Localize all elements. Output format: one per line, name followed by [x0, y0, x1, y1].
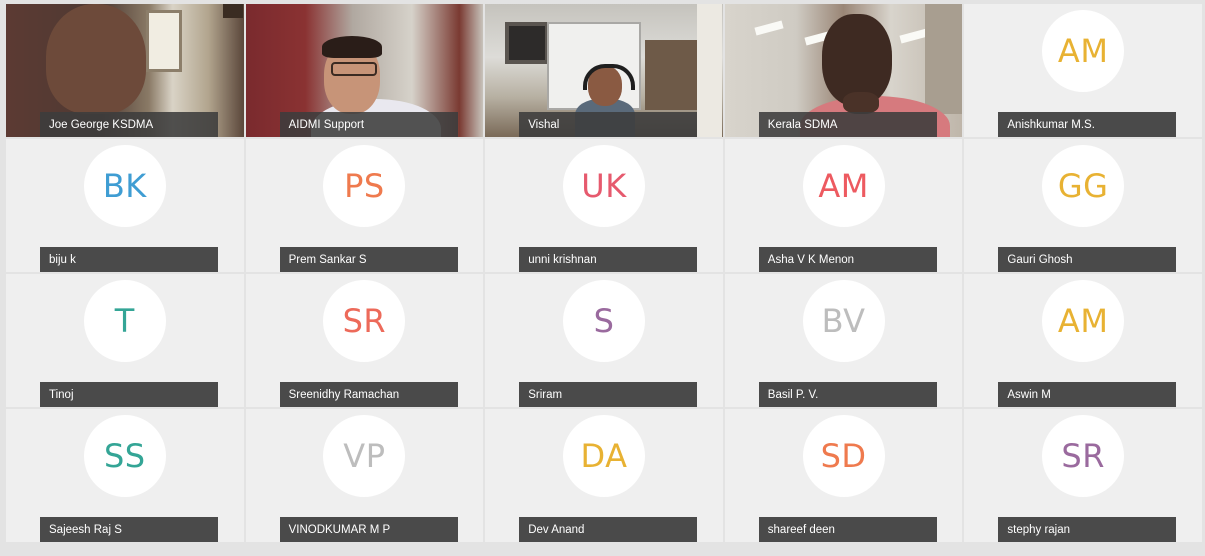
participant-name: AIDMI Support: [279, 112, 458, 137]
participant-tile-video[interactable]: Vishal: [485, 4, 723, 137]
participant-tile-avatar[interactable]: SR Sreenidhy Ramachan: [245, 274, 484, 407]
avatar-initials: AM: [818, 167, 869, 205]
participant-name: Dev Anand: [519, 517, 698, 542]
participant-name: Sriram: [519, 382, 698, 407]
participant-name: VINODKUMAR M P: [279, 517, 458, 542]
participant-tile-avatar[interactable]: AM Aswin M: [964, 274, 1202, 407]
participant-name: Anishkumar M.S.: [998, 112, 1177, 137]
participant-tile-video[interactable]: Joe George KSDMA: [6, 4, 244, 137]
participant-name: unni krishnan: [519, 247, 698, 272]
participant-name: Gauri Ghosh: [998, 247, 1177, 272]
participant-name: biju k: [40, 247, 218, 272]
participant-name: Kerala SDMA: [758, 112, 937, 137]
avatar: BV: [802, 280, 885, 362]
avatar-initials: AM: [1057, 32, 1109, 70]
avatar-initials: GG: [1057, 167, 1109, 205]
participant-name: Asha V K Menon: [758, 247, 937, 272]
participant-name: Basil P. V.: [758, 382, 937, 407]
avatar-initials: SS: [103, 437, 146, 475]
avatar: PS: [323, 145, 406, 227]
avatar: AM: [1042, 280, 1125, 362]
avatar-initials: T: [114, 302, 135, 340]
participant-name: Aswin M: [998, 382, 1177, 407]
avatar-initials: PS: [344, 167, 385, 205]
avatar: GG: [1042, 145, 1125, 227]
participant-tile-avatar[interactable]: PS Prem Sankar S: [245, 139, 484, 272]
participant-tile-avatar[interactable]: T Tinoj: [6, 274, 244, 407]
avatar-initials: S: [593, 302, 615, 340]
avatar: SS: [83, 415, 166, 497]
avatar: AM: [1042, 10, 1125, 92]
participant-tile-avatar[interactable]: S Sriram: [485, 274, 723, 407]
participant-name: Prem Sankar S: [279, 247, 458, 272]
participant-name: shareef deen: [758, 517, 937, 542]
participant-tile-video[interactable]: AIDMI Support: [245, 4, 484, 137]
participant-name: Joe George KSDMA: [40, 112, 218, 137]
participant-name: Vishal: [519, 112, 698, 137]
participant-tile-avatar[interactable]: AM Asha V K Menon: [724, 139, 963, 272]
participant-tile-avatar[interactable]: GG Gauri Ghosh: [964, 139, 1202, 272]
avatar-initials: DA: [580, 437, 628, 475]
avatar-initials: SR: [1061, 437, 1105, 475]
avatar-initials: AM: [1057, 302, 1109, 340]
avatar: S: [562, 280, 645, 362]
avatar: DA: [562, 415, 645, 497]
avatar: UK: [562, 145, 645, 227]
avatar: AM: [802, 145, 885, 227]
participant-tile-avatar[interactable]: BK biju k: [6, 139, 244, 272]
participant-name: Tinoj: [40, 382, 218, 407]
participant-name: Sajeesh Raj S: [40, 517, 218, 542]
participant-tile-avatar[interactable]: VP VINODKUMAR M P: [245, 409, 484, 542]
participant-tile-avatar[interactable]: SR stephy rajan: [964, 409, 1202, 542]
avatar: VP: [323, 415, 406, 497]
avatar: BK: [83, 145, 166, 227]
avatar-initials: SR: [342, 302, 387, 340]
avatar-initials: UK: [581, 167, 627, 205]
participant-tile-avatar[interactable]: SD shareef deen: [724, 409, 963, 542]
participant-grid: Joe George KSDMA AIDMI Support Vishal Ke…: [6, 4, 1204, 556]
avatar: SD: [802, 415, 885, 497]
participant-tile-avatar[interactable]: AM Anishkumar M.S.: [964, 4, 1202, 137]
avatar: SR: [323, 280, 406, 362]
participant-tile-avatar[interactable]: UK unni krishnan: [485, 139, 723, 272]
participant-tile-avatar[interactable]: BV Basil P. V.: [724, 274, 963, 407]
participant-tile-avatar[interactable]: DA Dev Anand: [485, 409, 723, 542]
avatar: T: [83, 280, 166, 362]
avatar-initials: BK: [102, 167, 147, 205]
participant-name: stephy rajan: [998, 517, 1177, 542]
avatar: SR: [1042, 415, 1125, 497]
participant-tile-video[interactable]: Kerala SDMA: [724, 4, 963, 137]
avatar-initials: VP: [343, 437, 386, 475]
avatar-initials: SD: [820, 437, 867, 475]
avatar-initials: BV: [821, 302, 866, 340]
participant-tile-avatar[interactable]: SS Sajeesh Raj S: [6, 409, 244, 542]
participant-name: Sreenidhy Ramachan: [279, 382, 458, 407]
